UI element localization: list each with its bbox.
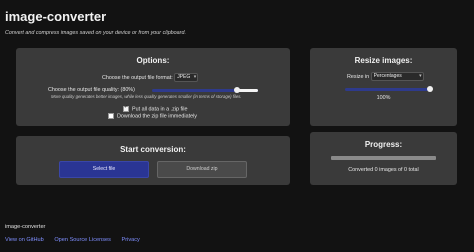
zip-option[interactable]: Put all data in a .zip file: [123, 104, 188, 113]
options-card: Options: Choose the output file format: …: [16, 48, 290, 126]
resize-unit-row: Resize in Percentages ▾: [347, 72, 424, 81]
quality-hint: More quality generates better images, wh…: [51, 94, 242, 99]
resize-in-label: Resize in: [347, 73, 370, 80]
chevron-down-icon: ▾: [419, 73, 422, 79]
download-zip-checkbox[interactable]: [108, 113, 114, 119]
select-file-button[interactable]: Select file: [59, 161, 149, 178]
download-zip-label: Download the zip file immediately: [117, 113, 197, 120]
quality-label: Choose the output file quality: (80%): [48, 87, 135, 93]
resize-slider-thumb[interactable]: [427, 86, 433, 92]
format-select-value: JPEG: [177, 74, 191, 80]
resize-title: Resize images:: [354, 56, 413, 65]
start-card: Start conversion: Select file Download z…: [16, 136, 290, 185]
resize-unit-select[interactable]: Percentages ▾: [370, 72, 424, 81]
progress-status: Converted 0 images of 0 total: [348, 167, 419, 173]
options-title: Options:: [136, 56, 170, 65]
start-title: Start conversion:: [120, 145, 186, 154]
download-zip-option[interactable]: Download the zip file immediately: [108, 113, 197, 119]
app-title: image-converter: [5, 9, 107, 24]
format-label: Choose the output file format:: [102, 74, 173, 81]
progress-title: Progress:: [364, 140, 403, 149]
quality-slider[interactable]: [152, 87, 258, 93]
progress-card: Progress: Converted 0 images of 0 total: [310, 132, 457, 185]
zip-label: Put all data in a .zip file: [132, 106, 188, 113]
download-zip-button[interactable]: Download zip: [157, 161, 247, 178]
progress-bar: [331, 156, 436, 160]
zip-checkbox[interactable]: [123, 104, 129, 112]
resize-unit-value: Percentages: [373, 73, 402, 79]
resize-percent-label: 100%: [376, 95, 391, 101]
github-link[interactable]: View on GitHub: [5, 237, 44, 243]
privacy-link[interactable]: Privacy: [121, 237, 139, 243]
format-select[interactable]: JPEG ▾: [174, 73, 199, 82]
quality-slider-thumb[interactable]: [233, 87, 240, 93]
licenses-link[interactable]: Open Source Licenses: [54, 237, 111, 243]
resize-slider[interactable]: [345, 86, 433, 92]
quality-slider-rest: [236, 89, 258, 92]
chevron-down-icon: ▾: [193, 74, 197, 80]
format-row: Choose the output file format: JPEG ▾: [102, 73, 199, 82]
resize-card: Resize images: Resize in Percentages ▾ 1…: [310, 48, 457, 126]
app-subtitle: Convert and compress images saved on you…: [5, 30, 186, 36]
footer-links: View on GitHub Open Source Licenses Priv…: [5, 237, 149, 243]
footer-app-name: image-converter: [5, 224, 46, 230]
